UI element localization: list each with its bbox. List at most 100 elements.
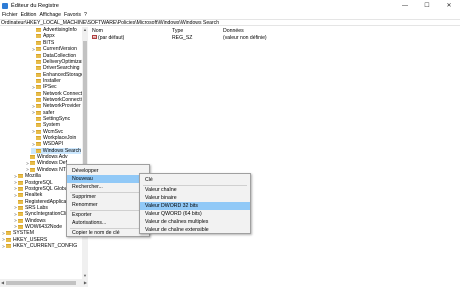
menu-item-nouveau[interactable]: Nouveau>: [67, 175, 149, 183]
menu-fichier[interactable]: Fichier: [2, 12, 18, 18]
menu-help[interactable]: ?: [84, 12, 87, 18]
close-button[interactable]: ✕: [438, 0, 460, 11]
tree-node[interactable]: > HKEY_CURRENT_CONFIG: [1, 243, 77, 249]
tree-node-label: Windows Def: [37, 160, 68, 167]
tree-node[interactable]: DeliveryOptimizatio: [31, 59, 87, 65]
menu-item-autorisations[interactable]: Autorisations...: [67, 219, 149, 227]
tree-node[interactable]: DataCollection: [31, 52, 77, 59]
tree-node[interactable]: > NetworkProvider: [31, 103, 81, 110]
tree-node[interactable]: > WcmSvc: [31, 129, 63, 135]
tree-node[interactable]: Windows Adv: [25, 154, 68, 160]
tree-node[interactable]: WorkplaceJoin: [31, 135, 76, 141]
tree-node[interactable]: > HKEY_USERS: [1, 237, 47, 243]
tree-node[interactable]: > Windows: [13, 218, 46, 224]
scroll-right-icon[interactable]: ▶: [84, 280, 87, 285]
tree-node-label: WorkplaceJoin: [43, 135, 77, 142]
tree-node-label: NetworkProvider: [43, 103, 81, 110]
window-title: Éditeur du Registre: [11, 2, 59, 9]
tree-node[interactable]: AdvertisingInfo: [31, 27, 77, 33]
tree-node[interactable]: > IPSec: [31, 84, 56, 90]
menu-edition[interactable]: Edition: [21, 12, 37, 18]
submenu-item-qword[interactable]: Valeur QWORD (64 bits): [140, 210, 250, 218]
address-bar[interactable]: Ordinateur\HKEY_LOCAL_MACHINE\SOFTWARE\P…: [0, 19, 460, 26]
submenu-item-multi-string[interactable]: Valeur de chaînes multiples: [140, 218, 250, 226]
menu-item-renommer[interactable]: Renommer: [67, 201, 149, 209]
tree-node[interactable]: > Mozilla: [13, 173, 41, 179]
tree-node-label: BITS: [43, 39, 55, 46]
tree-node[interactable]: NetworkConnectivi: [31, 97, 85, 103]
tree-node[interactable]: Installer: [31, 78, 61, 84]
submenu-item-expandable-string[interactable]: Valeur de chaîne extensible: [140, 226, 250, 234]
value-row[interactable]: ab (par défaut) REG_SZ (valeur non défini…: [90, 34, 460, 41]
tree-node[interactable]: DriverSearching: [31, 65, 80, 71]
tree-node[interactable]: RegisteredApplicati: [13, 198, 69, 205]
maximize-button[interactable]: ☐: [416, 0, 438, 11]
folder-icon: [36, 91, 41, 96]
tree-node[interactable]: > SRS Labs: [13, 205, 48, 211]
menu-item-rechercher[interactable]: Rechercher...: [67, 183, 149, 191]
tree-node-label: Windows Search: [42, 147, 81, 154]
address-path[interactable]: Ordinateur\HKEY_LOCAL_MACHINE\SOFTWARE\P…: [1, 20, 219, 26]
folder-icon: [18, 218, 23, 223]
submenu-item-dword[interactable]: Valeur DWORD 32 bits: [140, 202, 250, 210]
menu-affichage[interactable]: Affichage: [39, 12, 61, 18]
tree-node[interactable]: EnhancedStorageD: [31, 71, 88, 78]
tree-node[interactable]: > PostgreSQL: [13, 179, 53, 186]
value-data: (valeur non définie): [223, 34, 267, 41]
scroll-left-icon[interactable]: ◀: [1, 280, 4, 285]
hscrollbar-thumb[interactable]: [6, 281, 76, 285]
tree-node-label: DeliveryOptimizatio: [43, 58, 87, 65]
submenu-item-valeur-chaine[interactable]: Valeur chaîne: [140, 186, 250, 194]
tree-node[interactable]: > safer: [31, 110, 54, 116]
column-header-name[interactable]: Nom: [92, 28, 103, 34]
folder-icon: [18, 174, 23, 179]
tree-node[interactable]: System: [31, 122, 60, 128]
tree-node[interactable]: > Windows NT: [25, 167, 66, 173]
folder-icon: [36, 104, 41, 109]
submenu-item-valeur-binaire[interactable]: Valeur binaire: [140, 194, 250, 202]
new-submenu: Clé Valeur chaîne Valeur binaire Valeur …: [139, 173, 251, 234]
folder-icon: [36, 66, 41, 71]
column-header-data[interactable]: Données: [223, 28, 244, 34]
tree-node-label: EnhancedStorageD: [43, 71, 88, 78]
tree-node[interactable]: > PostgreSQL Global: [13, 186, 69, 192]
menu-item-exporter[interactable]: Exporter: [67, 211, 149, 219]
tree-horizontal-scrollbar[interactable]: ◀ ▶: [0, 279, 88, 287]
tree-node[interactable]: > Windows Def: [25, 160, 67, 166]
folder-icon: [36, 72, 41, 77]
context-menu: Développer Nouveau> Rechercher... Suppri…: [66, 164, 150, 237]
tree-node[interactable]: SettingSync: [31, 116, 70, 122]
submenu-item-cle[interactable]: Clé: [140, 176, 250, 184]
tree-node-label: RegisteredApplicati: [25, 198, 69, 205]
tree-node-label: SRS Labs: [25, 204, 48, 211]
menu-favoris[interactable]: Favoris: [64, 12, 81, 18]
title-bar: Éditeur du Registre — ☐ ✕: [0, 0, 460, 11]
folder-icon: [6, 244, 11, 249]
menu-item-copier-nom[interactable]: Copier le nom de clé: [67, 229, 149, 237]
tree-node[interactable]: > Realtek: [13, 192, 42, 198]
tree-node-label: DataCollection: [43, 52, 77, 59]
value-type: REG_SZ: [172, 34, 193, 41]
registry-tree[interactable]: AdvertisingInfo Appx BITS > CurrentVersion Da…: [0, 27, 88, 279]
tree-vertical-scrollbar[interactable]: ▲ ▼: [82, 27, 88, 279]
scroll-up-icon[interactable]: ▲: [82, 27, 88, 33]
folder-icon: [36, 142, 41, 147]
string-value-icon: ab: [92, 35, 97, 40]
tree-node[interactable]: > SYSTEM: [1, 230, 34, 236]
tree-node-label: SYSTEM: [13, 230, 34, 237]
tree-node[interactable]: > WOW6432Node: [13, 224, 62, 230]
tree-node-label: NetworkConnectivi: [43, 96, 86, 103]
tree-node-label: PostgreSQL Global: [25, 185, 69, 192]
tree-node[interactable]: > CurrentVersion: [31, 46, 77, 52]
tree-node[interactable]: BITS: [31, 40, 54, 46]
tree-node[interactable]: Network Connectio: [31, 91, 86, 97]
menu-item-developper[interactable]: Développer: [67, 167, 149, 175]
tree-node[interactable]: Windows Search: [31, 147, 81, 154]
menu-item-supprimer[interactable]: Supprimer: [67, 193, 149, 201]
tree-node[interactable]: > WSDAPI: [31, 141, 63, 147]
minimize-button[interactable]: —: [394, 0, 416, 11]
folder-icon: [36, 53, 41, 58]
folder-icon: [36, 97, 41, 102]
tree-node[interactable]: Appx: [31, 33, 55, 39]
column-header-type[interactable]: Type: [172, 28, 183, 34]
